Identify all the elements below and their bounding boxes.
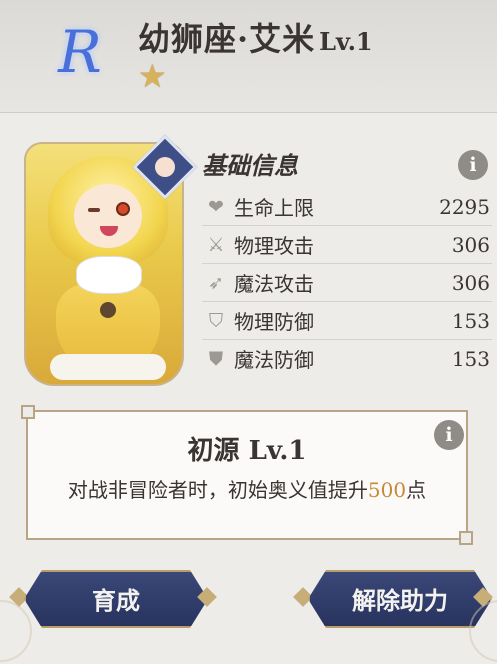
rarity-badge: R [58,18,102,86]
stat-row-physical-defense: ⛉ 物理防御 153 [202,302,492,340]
portrait-bow [76,256,142,294]
skill-description: 对战非冒险者时，初始奥义值提升500点 [28,474,466,503]
stat-label: 物理防御 [234,310,314,334]
stat-label: 魔法防御 [234,348,314,372]
skill-desc-suffix: 点 [406,478,427,502]
stat-label: 生命上限 [234,196,314,220]
skill-desc-value: 500 [367,478,407,502]
skill-title: 初源 Lv.1 [187,436,307,466]
remove-support-button[interactable]: 解除助力 [308,570,492,628]
portrait-eye-right [116,202,130,216]
heart-icon: ❤ [208,195,224,218]
name-row: 幼狮座·艾米 Lv.1 [138,14,373,58]
skill-card: 初源 Lv.1 对战非冒险者时，初始奥义值提升500点 [21,405,473,545]
shield-icon: ⛉ [208,309,224,332]
magic-wand-icon: ➶ [208,271,224,294]
stat-row-hp: ❤ 生命上限 2295 [202,188,492,226]
character-name: 幼狮座·艾米 [138,20,316,58]
swords-icon: ⚔ [207,233,225,256]
stats-info-icon[interactable]: i [458,150,488,180]
stat-value: 306 [451,232,490,257]
stat-row-magic-defense: ⛊ 魔法防御 153 [202,340,492,377]
character-header: R 幼狮座·艾米 Lv.1 ★ [0,0,497,113]
star-rating-icon: ★ [138,57,167,95]
stat-label: 物理攻击 [234,234,314,258]
character-level: Lv.1 [319,27,373,56]
stat-value: 153 [451,308,490,333]
stat-row-physical-attack: ⚔ 物理攻击 306 [202,226,492,264]
portrait-frill [50,354,166,380]
portrait-button [100,302,116,318]
stat-value: 306 [451,270,490,295]
support-character-face [155,157,175,177]
skill-info-icon[interactable]: i [434,420,464,450]
stat-label: 魔法攻击 [234,272,314,296]
portrait-eye-left [88,208,100,212]
portrait-face [74,184,142,248]
stat-value: 2295 [439,194,490,219]
train-button[interactable]: 育成 [24,570,208,628]
stat-row-magic-attack: ➶ 魔法攻击 306 [202,264,492,302]
skill-desc-prefix: 对战非冒险者时，初始奥义值提升 [67,478,368,502]
stats-title: 基础信息 [202,151,298,180]
frame-ornament [0,600,32,662]
magic-shield-icon: ⛊ [208,347,224,370]
stat-value: 153 [451,346,490,371]
